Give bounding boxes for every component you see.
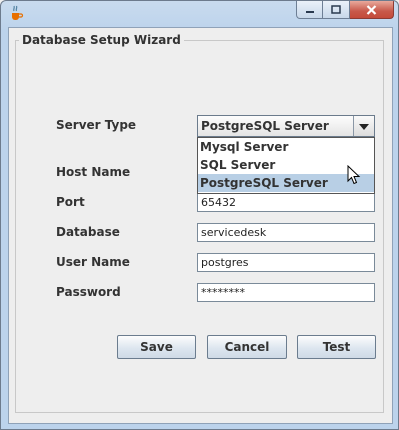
save-button[interactable]: Save [117, 335, 196, 359]
dialog-content: Database Setup Wizard Server Type Postgr… [8, 27, 393, 424]
server-type-label: Server Type [56, 118, 137, 132]
user-name-field[interactable] [197, 253, 375, 272]
setup-group-box: Database Setup Wizard Server Type Postgr… [15, 33, 384, 413]
chevron-down-icon[interactable] [353, 116, 374, 136]
minimize-button[interactable] [296, 1, 323, 19]
database-field[interactable] [197, 223, 375, 242]
test-button[interactable]: Test [297, 335, 376, 359]
password-field[interactable] [197, 283, 375, 302]
maximize-button[interactable] [323, 1, 350, 19]
server-type-selected: PostgreSQL Server [201, 119, 329, 133]
close-icon [366, 4, 377, 15]
mouse-pointer-icon [347, 165, 361, 185]
database-label: Database [56, 225, 120, 239]
group-title: Database Setup Wizard [19, 33, 184, 47]
java-cup-icon [12, 5, 24, 20]
server-type-combobox[interactable]: PostgreSQL Server [197, 115, 375, 137]
option-mysql-server[interactable]: Mysql Server [198, 138, 374, 156]
cancel-button[interactable]: Cancel [207, 335, 287, 359]
port-label: Port [56, 195, 85, 209]
maximize-icon [331, 5, 341, 14]
title-bar[interactable] [1, 1, 398, 27]
password-label: Password [56, 285, 121, 299]
user-name-label: User Name [56, 255, 130, 269]
host-name-label: Host Name [56, 165, 131, 179]
close-button[interactable] [350, 1, 394, 19]
window-controls [296, 1, 394, 20]
app-window: Database Setup Wizard Server Type Postgr… [0, 0, 399, 430]
minimize-icon [305, 10, 314, 13]
port-field[interactable] [197, 193, 375, 212]
